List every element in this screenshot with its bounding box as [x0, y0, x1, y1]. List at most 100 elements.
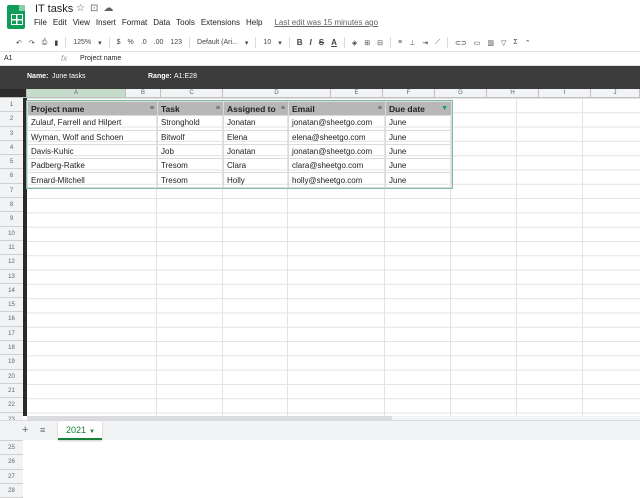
row-header[interactable]: 13 — [0, 269, 23, 284]
table-cell[interactable]: Holly — [223, 172, 289, 188]
table-cell[interactable]: clara@sheetgo.com — [288, 158, 386, 174]
table-cell[interactable]: Davis-Kuhic — [27, 143, 158, 160]
header-due-date[interactable]: Due date ▼ — [385, 100, 452, 117]
chevron-down-icon[interactable]: ▼ — [89, 429, 95, 435]
align-horizontal-icon[interactable]: ≡ — [398, 39, 402, 46]
menu-extensions[interactable]: Extensions — [201, 18, 240, 27]
table-cell[interactable]: elena@sheetgo.com — [288, 129, 386, 145]
row-header[interactable]: 10 — [0, 226, 23, 241]
row-header[interactable]: 18 — [0, 341, 23, 356]
table-cell[interactable]: Tresom — [157, 158, 224, 174]
filter-icon[interactable]: ≡ — [281, 105, 285, 112]
borders-icon[interactable]: ⊞ — [364, 39, 370, 47]
name-box[interactable]: A1 — [4, 55, 13, 62]
table-cell[interactable]: Elena — [223, 129, 289, 145]
menu-file[interactable]: File — [34, 18, 47, 27]
row-header[interactable]: 9 — [0, 212, 23, 227]
column-header-f[interactable]: F — [383, 89, 435, 98]
table-cell[interactable]: June — [385, 158, 452, 174]
table-cell[interactable]: Stronghold — [157, 115, 224, 131]
paint-format-icon[interactable]: ▮ — [54, 39, 58, 47]
document-title[interactable]: IT tasks — [35, 3, 73, 15]
row-header[interactable]: 15 — [0, 298, 23, 313]
sheet-tab-2021[interactable]: 2021 ▼ — [58, 421, 102, 440]
row-header[interactable]: 20 — [0, 369, 23, 384]
filter-icon[interactable]: ≡ — [378, 105, 382, 112]
row-header[interactable]: 17 — [0, 326, 23, 342]
align-vertical-icon[interactable]: ⊥ — [409, 39, 415, 47]
undo-icon[interactable]: ↶ — [16, 39, 22, 47]
row-header[interactable]: 8 — [0, 198, 23, 213]
table-cell[interactable]: June — [385, 172, 452, 188]
table-cell[interactable]: jonatan@sheetgo.com — [288, 115, 386, 131]
column-header-a[interactable]: A — [27, 89, 126, 98]
menu-tools[interactable]: Tools — [176, 18, 195, 27]
comment-icon[interactable]: ▭ — [474, 39, 481, 47]
add-sheet-icon[interactable]: + — [22, 424, 28, 436]
filter-icon[interactable]: ≡ — [216, 105, 220, 112]
all-sheets-icon[interactable]: ≡ — [40, 425, 45, 435]
text-rotate-icon[interactable]: ⟋ — [435, 39, 440, 47]
row-header[interactable]: 26 — [0, 455, 23, 470]
menu-format[interactable]: Format — [122, 18, 147, 27]
table-cell[interactable]: Jonatan — [223, 143, 289, 160]
row-header[interactable]: 4 — [0, 140, 23, 156]
table-cell[interactable]: Job — [157, 143, 224, 160]
row-header[interactable]: 11 — [0, 240, 23, 256]
table-cell[interactable]: Zulauf, Farrell and Hilpert — [27, 115, 158, 131]
menu-insert[interactable]: Insert — [96, 18, 116, 27]
more-formats-button[interactable]: 123 — [170, 39, 182, 46]
filter-active-icon[interactable]: ▼ — [441, 105, 448, 112]
table-cell[interactable]: Clara — [223, 158, 289, 174]
font-select[interactable]: Default (Ari... — [197, 39, 238, 46]
header-task[interactable]: Task ≡ — [157, 100, 224, 117]
row-header[interactable]: 1 — [0, 98, 23, 113]
row-header[interactable]: 21 — [0, 383, 23, 399]
filter-icon[interactable]: ≡ — [150, 105, 154, 112]
star-icon[interactable]: ☆ — [76, 3, 90, 14]
formula-input[interactable]: Project name — [80, 55, 121, 62]
row-header[interactable]: 7 — [0, 183, 23, 199]
column-header-b[interactable]: B — [126, 89, 161, 98]
italic-button[interactable]: I — [310, 38, 312, 47]
collapse-toolbar-icon[interactable]: ⌃ — [525, 39, 531, 47]
table-cell[interactable]: holly@sheetgo.com — [288, 172, 386, 188]
currency-button[interactable]: $ — [117, 39, 121, 46]
table-cell[interactable]: June — [385, 115, 452, 131]
text-wrap-icon[interactable]: ⇥ — [422, 39, 428, 47]
row-header[interactable]: 3 — [0, 126, 23, 141]
folder-icon[interactable]: ⊡ — [90, 3, 103, 14]
merge-cells-icon[interactable]: ⊟ — [377, 39, 383, 47]
column-header-i[interactable]: I — [539, 89, 591, 98]
decrease-decimal-button[interactable]: .0 — [141, 39, 147, 46]
menu-data[interactable]: Data — [153, 18, 170, 27]
header-email[interactable]: Email ≡ — [288, 100, 386, 117]
print-icon[interactable]: ⎙ — [42, 39, 48, 47]
row-header[interactable]: 5 — [0, 155, 23, 170]
select-all-corner[interactable] — [0, 89, 27, 98]
menu-help[interactable]: Help — [246, 18, 262, 27]
functions-icon[interactable]: Σ — [513, 39, 517, 46]
table-cell[interactable]: Bitwolf — [157, 129, 224, 145]
row-header[interactable]: 14 — [0, 283, 23, 299]
header-assigned-to[interactable]: Assigned to ≡ — [223, 100, 289, 117]
table-cell[interactable]: Tresom — [157, 172, 224, 188]
row-header[interactable]: 25 — [0, 441, 23, 456]
row-header[interactable]: 12 — [0, 255, 23, 270]
chart-icon[interactable]: ▥ — [487, 39, 494, 47]
table-cell[interactable]: Ernard-Mitchell — [27, 172, 158, 188]
sheets-logo-icon[interactable] — [7, 5, 25, 29]
link-icon[interactable]: ⊂⊃ — [455, 39, 467, 47]
filter-icon[interactable]: ▽ — [501, 39, 506, 47]
column-header-j[interactable]: J — [591, 89, 640, 98]
redo-icon[interactable]: ↷ — [29, 39, 35, 47]
header-project-name[interactable]: Project name ≡ — [27, 100, 158, 117]
table-cell[interactable]: Padberg-Ratke — [27, 158, 158, 174]
row-header[interactable]: 16 — [0, 312, 23, 327]
row-header[interactable]: 2 — [0, 112, 23, 127]
table-cell[interactable]: jonatan@sheetgo.com — [288, 143, 386, 160]
text-color-button[interactable]: A — [331, 38, 337, 47]
percent-button[interactable]: % — [128, 39, 134, 46]
table-cell[interactable]: June — [385, 129, 452, 145]
table-cell[interactable]: June — [385, 143, 452, 160]
